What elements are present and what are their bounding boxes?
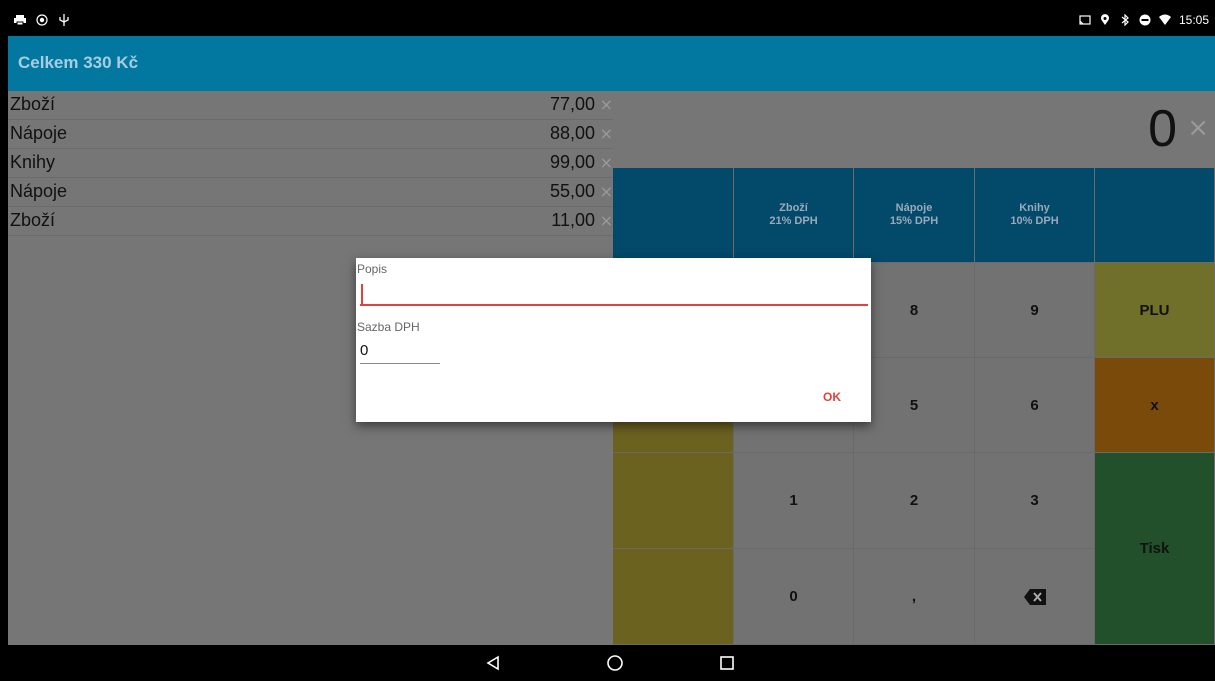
- key-0[interactable]: 0: [734, 549, 854, 645]
- amount-value: 0: [1148, 100, 1177, 158]
- item-price: 99,00: [549, 152, 595, 172]
- main-content: Zboží 77,00 × Nápoje 88,00 × Knihy 99,00…: [8, 91, 1215, 645]
- bluetooth-icon: [1121, 14, 1129, 26]
- remove-item-icon[interactable]: ×: [600, 95, 613, 114]
- usb-icon: [59, 14, 69, 26]
- category-vat: 21% DPH: [769, 215, 818, 227]
- item-list: Zboží 77,00 × Nápoje 88,00 × Knihy 99,00…: [8, 91, 613, 236]
- key-2[interactable]: 2: [854, 453, 975, 549]
- vat-rate-label: Sazba DPH: [357, 320, 420, 334]
- list-item[interactable]: Nápoje 88,00 ×: [8, 120, 613, 149]
- key-8[interactable]: 8: [854, 263, 975, 358]
- clear-amount-icon[interactable]: ×: [1187, 113, 1209, 143]
- list-item[interactable]: Zboží 11,00 ×: [8, 207, 613, 236]
- category-name: Knihy: [1019, 202, 1050, 214]
- backspace-button[interactable]: [975, 549, 1095, 645]
- location-pin-icon: [1100, 14, 1109, 25]
- recents-square-icon: [720, 656, 734, 670]
- key-9[interactable]: 9: [975, 263, 1095, 358]
- app-bar: Celkem 330 Kč: [8, 36, 1215, 91]
- back-button[interactable]: [482, 652, 504, 674]
- category-vat: 10% DPH: [1010, 215, 1059, 227]
- multiply-button[interactable]: x: [1095, 358, 1215, 453]
- home-button[interactable]: [604, 652, 626, 674]
- description-input[interactable]: [360, 280, 868, 306]
- cast-icon: [1079, 15, 1091, 25]
- add-item-dialog: Popis Sazba DPH OK: [356, 258, 871, 422]
- amount-display: 0 ×: [613, 91, 1215, 168]
- key-comma[interactable]: ,: [854, 549, 975, 645]
- remove-item-icon[interactable]: ×: [600, 211, 613, 230]
- category-key-zbozi[interactable]: Zboží 21% DPH: [734, 168, 854, 263]
- text-cursor: [361, 284, 363, 304]
- category-key-blank[interactable]: [1095, 168, 1215, 263]
- do-not-disturb-icon: [1139, 14, 1151, 26]
- item-price: 88,00: [549, 123, 595, 143]
- item-price: 11,00: [551, 210, 595, 230]
- key-5[interactable]: 5: [854, 358, 975, 453]
- item-name: Nápoje: [10, 181, 68, 201]
- item-price: 77,00: [549, 94, 595, 114]
- printer-icon: [14, 15, 26, 26]
- category-name: Nápoje: [895, 202, 933, 214]
- backspace-icon: [1023, 588, 1046, 605]
- category-key-napoje[interactable]: Nápoje 15% DPH: [854, 168, 975, 263]
- item-name: Zboží: [10, 94, 56, 114]
- key-1[interactable]: 1: [734, 453, 854, 549]
- item-name: Zboží: [10, 210, 56, 230]
- wifi-icon: [1158, 14, 1171, 25]
- list-item[interactable]: Zboží 77,00 ×: [8, 91, 613, 120]
- key-3[interactable]: 3: [975, 453, 1095, 549]
- home-circle-icon: [607, 655, 623, 671]
- item-price: 55,00: [549, 181, 595, 201]
- item-name: Knihy: [10, 152, 56, 172]
- category-vat: 15% DPH: [889, 215, 939, 227]
- category-key-knihy[interactable]: Knihy 10% DPH: [975, 168, 1095, 263]
- ok-button[interactable]: OK: [823, 390, 841, 404]
- category-key-empty[interactable]: [613, 168, 734, 263]
- plu-button[interactable]: PLU: [1095, 263, 1215, 358]
- status-bar: 15:05: [8, 8, 1215, 36]
- navigation-bar: [8, 645, 1215, 681]
- olive-key-row3[interactable]: [613, 453, 734, 549]
- list-item[interactable]: Nápoje 55,00 ×: [8, 178, 613, 207]
- location-target-icon: [36, 14, 48, 26]
- category-name: Zboží: [779, 202, 808, 214]
- device-screen: 15:05 Celkem 330 Kč Zboží 77,00 × Nápoje…: [8, 8, 1215, 681]
- list-item[interactable]: Knihy 99,00 ×: [8, 149, 613, 178]
- total-title: Celkem 330 Kč: [18, 53, 139, 72]
- remove-item-icon[interactable]: ×: [600, 124, 613, 143]
- vat-rate-input[interactable]: [360, 338, 440, 364]
- description-label: Popis: [357, 262, 388, 276]
- back-triangle-icon: [486, 655, 499, 671]
- olive-key-row4[interactable]: [613, 549, 734, 645]
- status-time: 15:05: [1178, 13, 1209, 27]
- key-6[interactable]: 6: [975, 358, 1095, 453]
- remove-item-icon[interactable]: ×: [600, 182, 613, 201]
- print-button[interactable]: Tisk: [1095, 453, 1215, 645]
- item-name: Nápoje: [10, 123, 68, 143]
- recents-button[interactable]: [716, 652, 738, 674]
- remove-item-icon[interactable]: ×: [600, 153, 613, 172]
